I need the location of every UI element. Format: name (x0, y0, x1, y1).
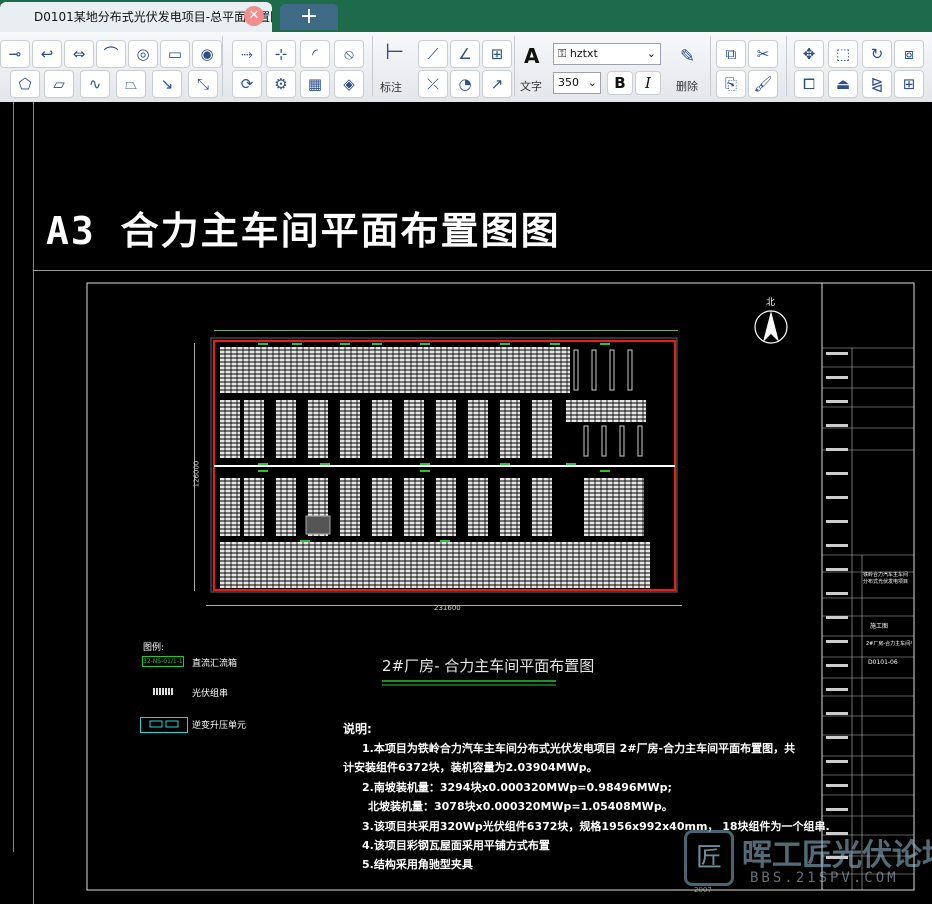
legend-string-symbol (153, 688, 173, 695)
roof-opening (627, 349, 633, 391)
title-block-label (826, 520, 848, 523)
title-block-number: D0101-06 (868, 659, 898, 666)
watermark-year: 2007 (694, 886, 712, 894)
roof-opening (583, 425, 589, 457)
title-block-label (826, 472, 848, 475)
combiner-box (320, 463, 330, 465)
title-block-label (826, 712, 848, 715)
combiner-box (300, 540, 310, 542)
note-line: 4.该项目彩钢瓦屋面采用平铺方式布置 (362, 839, 550, 852)
legend-inverter-symbol (140, 717, 188, 733)
title-block-label (826, 664, 848, 667)
combiner-box (600, 470, 610, 472)
title-block-label (826, 592, 848, 595)
note-line: 北坡装机量：3078块x0.000320MWp=1.05408MWp。 (368, 800, 673, 813)
drawing-border (33, 102, 34, 904)
roof-opening (609, 349, 615, 391)
title-block-label (826, 352, 848, 355)
legend-combiner-label: 直流汇流箱 (192, 659, 238, 669)
watermark-logo-icon: 匠 (684, 830, 734, 886)
forum-watermark: 匠 2007 晖工匠光伏论坛 BBS.21SPV.COM (676, 826, 932, 904)
north-arrow-pointer (763, 311, 779, 342)
combiner-box (340, 343, 350, 345)
combiner-box (420, 470, 430, 472)
watermark-text: 晖工匠光伏论坛 (742, 838, 932, 873)
title-block-label (826, 688, 848, 691)
watermark-url: BBS.21SPV.COM (750, 870, 899, 886)
note-line: 5.结构采用角驰型夹具 (362, 858, 473, 871)
title-block-label (826, 448, 848, 451)
combiner-box (550, 343, 560, 345)
title-block-label (826, 544, 848, 547)
note-line: 计安装组件6372块，装机容量为2.03904MWp。 (343, 761, 598, 774)
combiner-box (500, 343, 510, 345)
pv-module-block (584, 478, 644, 536)
title-block-label (826, 616, 848, 619)
combiner-box (566, 463, 576, 465)
dimension-width: 231600 (434, 604, 461, 612)
combiner-box (292, 343, 302, 345)
legend-combiner-symbol: 32-NS-01/1-16 (142, 656, 184, 667)
title-block-label (826, 400, 848, 403)
title-block-stage: 施工图 (870, 623, 889, 630)
notes-header: 说明: (343, 722, 372, 736)
title-block-label (826, 736, 848, 739)
title-block-project: 铁岭合力汽车主车间分布式光伏发电项目 (863, 572, 909, 585)
combiner-box (258, 463, 268, 465)
title-block-label (826, 808, 848, 811)
legend-string-label: 光伏组串 (192, 689, 229, 699)
top-dimension-line (214, 330, 678, 331)
roof-opening (637, 425, 643, 457)
combiner-box (258, 343, 268, 345)
legend-header: 图例: (143, 643, 165, 653)
roof-opening (573, 349, 579, 391)
sheet-title: A3 合力主车间平面布置图图 (46, 209, 561, 253)
title-block-label (826, 640, 848, 643)
combiner-box (500, 463, 510, 465)
title-block-label (826, 376, 848, 379)
roof-opening (619, 425, 625, 457)
title-block-label (826, 784, 848, 787)
combiner-box (420, 463, 430, 465)
note-line: 1.本项目为铁岭合力汽车主车间分布式光伏发电项目 2#厂房-合力主车间平面布置图… (362, 742, 796, 755)
combiner-box (440, 540, 450, 542)
title-block-label (826, 568, 848, 571)
title-block-label (826, 424, 848, 427)
plan-title: 2#厂房- 合力主车间平面布置图 (382, 657, 595, 675)
roof-opening (601, 425, 607, 457)
title-block-label (826, 760, 848, 763)
title-block-label (826, 496, 848, 499)
title-separator-line (33, 270, 932, 271)
inverter-room (305, 515, 331, 535)
combiner-box (372, 343, 382, 345)
combiner-box (600, 343, 610, 345)
title-block-drawing-name: 2#厂房-合力主车间平面布置图 (866, 641, 912, 647)
dimension-height: 126000 (192, 460, 201, 488)
roof-opening (591, 349, 597, 391)
combiner-box (258, 470, 268, 472)
drawing-border-left (13, 102, 14, 852)
legend-inverter-label: 逆变升压单元 (192, 721, 247, 731)
note-line: 2.南坡装机量：3294块x0.000320MWp=0.98496MWp; (362, 781, 672, 794)
north-label: 北 (766, 298, 776, 308)
combiner-box (420, 343, 430, 345)
